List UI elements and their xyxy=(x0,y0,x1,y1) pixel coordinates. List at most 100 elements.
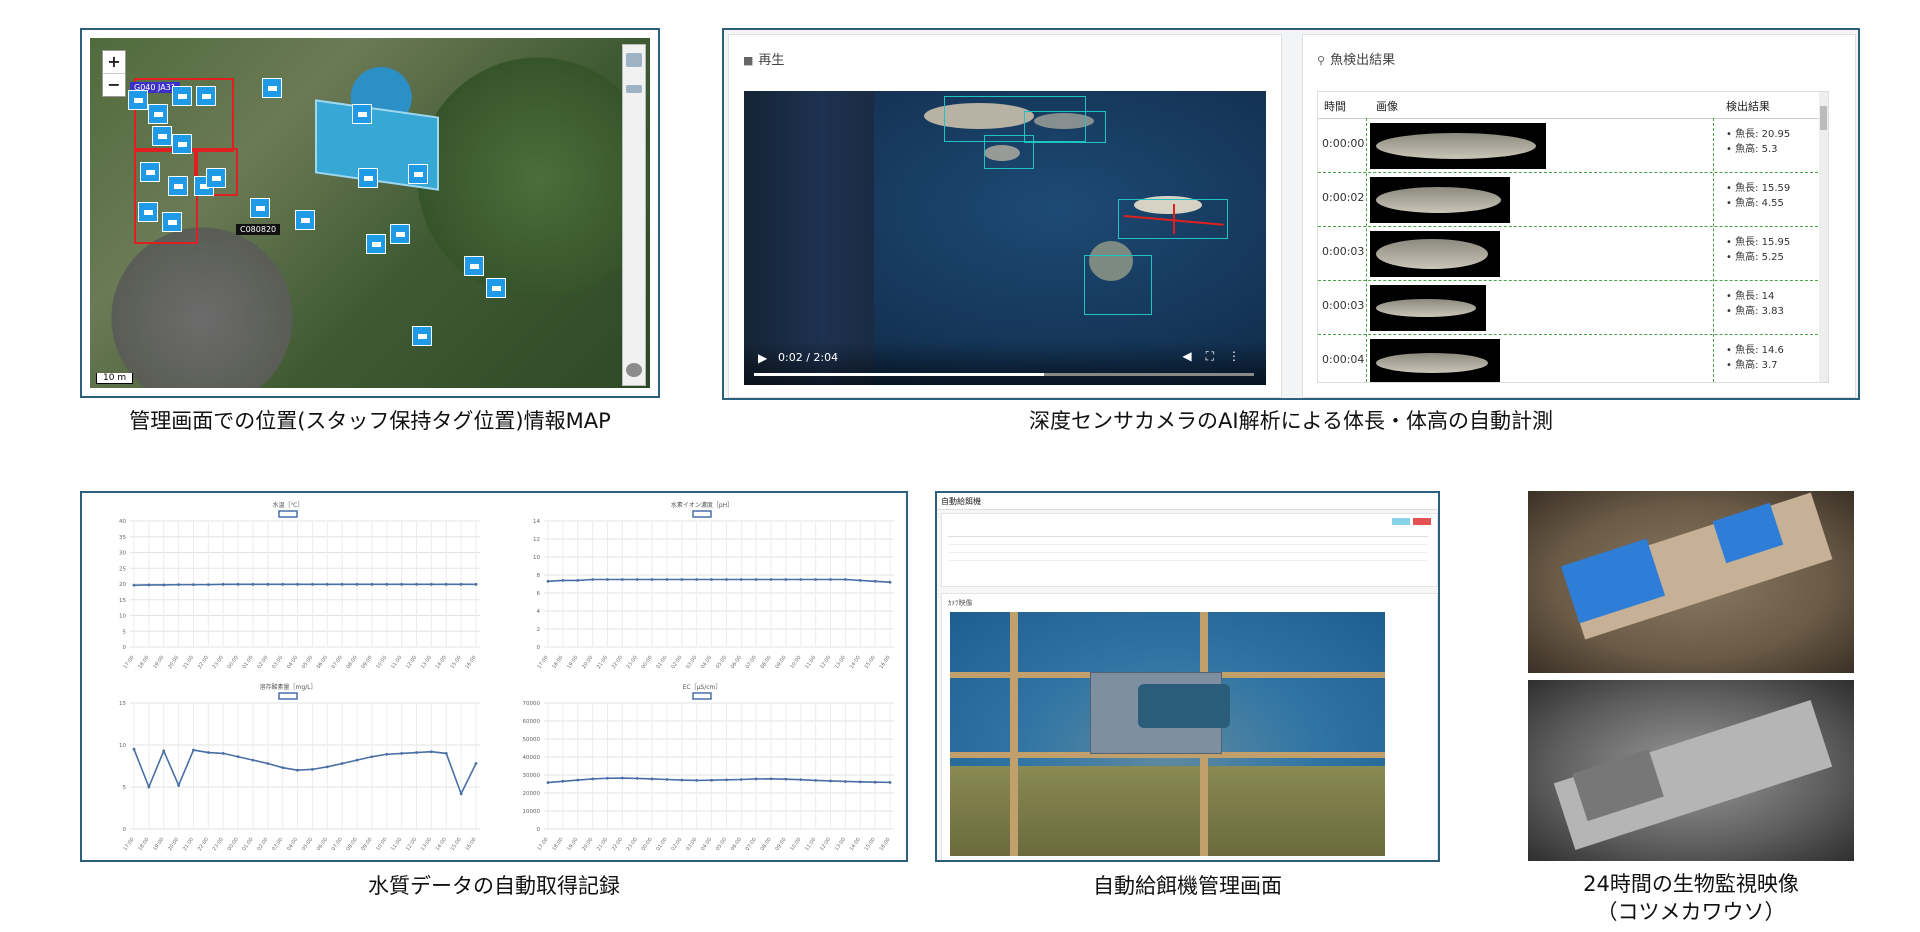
data-point[interactable] xyxy=(650,578,654,581)
feeder-camera-image[interactable] xyxy=(950,612,1385,856)
table-row[interactable]: 0:00:04 • 魚長: 14.6 • 魚高: 3.7 xyxy=(1318,335,1828,382)
data-point[interactable] xyxy=(132,583,136,587)
video-progress-bar[interactable] xyxy=(754,373,1254,376)
gear-icon[interactable] xyxy=(626,363,642,377)
data-point[interactable] xyxy=(400,582,404,586)
sensor-icon[interactable] xyxy=(206,168,226,188)
data-point[interactable] xyxy=(814,779,818,782)
data-point[interactable] xyxy=(251,582,255,586)
data-point[interactable] xyxy=(385,582,389,586)
data-point[interactable] xyxy=(710,778,713,782)
sensor-icon[interactable] xyxy=(172,134,192,154)
table-scrollbar[interactable] xyxy=(1819,92,1828,382)
data-point[interactable] xyxy=(576,579,580,582)
layers-icon[interactable] xyxy=(626,53,642,67)
data-point[interactable] xyxy=(444,752,448,755)
data-point[interactable] xyxy=(814,578,818,581)
data-point[interactable] xyxy=(281,582,285,586)
data-point[interactable] xyxy=(385,752,389,756)
data-point[interactable] xyxy=(754,578,758,581)
data-point[interactable] xyxy=(665,578,669,581)
data-point[interactable] xyxy=(147,785,151,789)
sensor-icon[interactable] xyxy=(148,104,168,124)
data-point[interactable] xyxy=(221,752,225,755)
data-point[interactable] xyxy=(829,578,832,581)
data-point[interactable] xyxy=(754,777,758,781)
data-point[interactable] xyxy=(236,582,240,586)
data-point[interactable] xyxy=(843,780,847,783)
data-point[interactable] xyxy=(340,582,344,586)
data-point[interactable] xyxy=(843,578,847,581)
data-point[interactable] xyxy=(739,778,743,781)
data-point[interactable] xyxy=(266,762,270,765)
data-point[interactable] xyxy=(829,779,832,783)
sensor-icon[interactable] xyxy=(172,86,192,106)
legend-swatch[interactable] xyxy=(692,510,712,518)
data-point[interactable] xyxy=(266,582,270,586)
sensor-icon[interactable] xyxy=(408,164,428,184)
data-point[interactable] xyxy=(429,582,433,586)
table-row[interactable]: 0:00:03 • 魚長: 15.95 • 魚高: 5.25 xyxy=(1318,227,1828,281)
data-point[interactable] xyxy=(546,579,550,583)
data-point[interactable] xyxy=(591,777,595,781)
data-point[interactable] xyxy=(680,578,684,581)
fish-video[interactable]: ▶ 0:02 / 2:04 ◀⛶⋮ xyxy=(744,91,1266,385)
data-point[interactable] xyxy=(591,578,595,581)
data-point[interactable] xyxy=(370,755,374,759)
data-point[interactable] xyxy=(784,777,788,781)
sensor-icon[interactable] xyxy=(128,90,148,110)
data-point[interactable] xyxy=(132,747,136,751)
data-point[interactable] xyxy=(192,748,195,752)
data-point[interactable] xyxy=(296,768,299,772)
data-point[interactable] xyxy=(325,765,329,769)
sensor-icon[interactable] xyxy=(486,278,506,298)
data-point[interactable] xyxy=(311,582,314,586)
delete-button[interactable] xyxy=(1413,518,1431,525)
data-point[interactable] xyxy=(873,579,877,583)
data-point[interactable] xyxy=(561,779,565,783)
data-point[interactable] xyxy=(370,582,374,586)
data-point[interactable] xyxy=(695,578,699,581)
sensor-icon[interactable] xyxy=(390,224,410,244)
data-point[interactable] xyxy=(459,582,463,586)
data-point[interactable] xyxy=(799,578,803,581)
table-row[interactable]: 0:00:02 • 魚長: 15.59 • 魚高: 4.55 xyxy=(1318,173,1828,227)
data-point[interactable] xyxy=(325,582,329,586)
data-point[interactable] xyxy=(177,783,181,787)
data-point[interactable] xyxy=(147,583,151,587)
play-icon[interactable]: ▶ xyxy=(758,351,767,365)
data-point[interactable] xyxy=(725,578,728,581)
data-point[interactable] xyxy=(695,779,699,782)
legend-swatch[interactable] xyxy=(278,692,298,700)
sensor-icon[interactable] xyxy=(295,210,315,230)
sensor-icon[interactable] xyxy=(464,256,484,276)
data-point[interactable] xyxy=(784,578,788,581)
data-point[interactable] xyxy=(635,578,639,581)
volume-icon[interactable]: ◀ xyxy=(1182,349,1205,363)
data-point[interactable] xyxy=(221,582,225,586)
data-point[interactable] xyxy=(873,780,877,784)
data-point[interactable] xyxy=(799,778,803,782)
sensor-icon[interactable] xyxy=(152,126,172,146)
data-point[interactable] xyxy=(415,751,418,754)
data-point[interactable] xyxy=(251,758,255,762)
zoom-in-button[interactable]: + xyxy=(103,51,125,74)
data-point[interactable] xyxy=(355,582,359,586)
data-point[interactable] xyxy=(606,578,609,581)
data-point[interactable] xyxy=(710,578,713,581)
data-point[interactable] xyxy=(576,778,580,782)
data-point[interactable] xyxy=(858,780,862,784)
data-point[interactable] xyxy=(311,767,314,771)
data-point[interactable] xyxy=(769,777,773,781)
data-point[interactable] xyxy=(650,777,654,781)
measure-icon[interactable] xyxy=(626,85,642,93)
sensor-icon[interactable] xyxy=(412,326,432,346)
sensor-icon[interactable] xyxy=(366,234,386,254)
data-point[interactable] xyxy=(739,578,743,581)
monitor-camera-color[interactable] xyxy=(1528,491,1854,673)
data-point[interactable] xyxy=(459,792,463,796)
monitor-camera-night[interactable] xyxy=(1528,680,1854,861)
data-point[interactable] xyxy=(355,758,359,762)
legend-swatch[interactable] xyxy=(278,510,298,518)
data-point[interactable] xyxy=(620,578,624,581)
